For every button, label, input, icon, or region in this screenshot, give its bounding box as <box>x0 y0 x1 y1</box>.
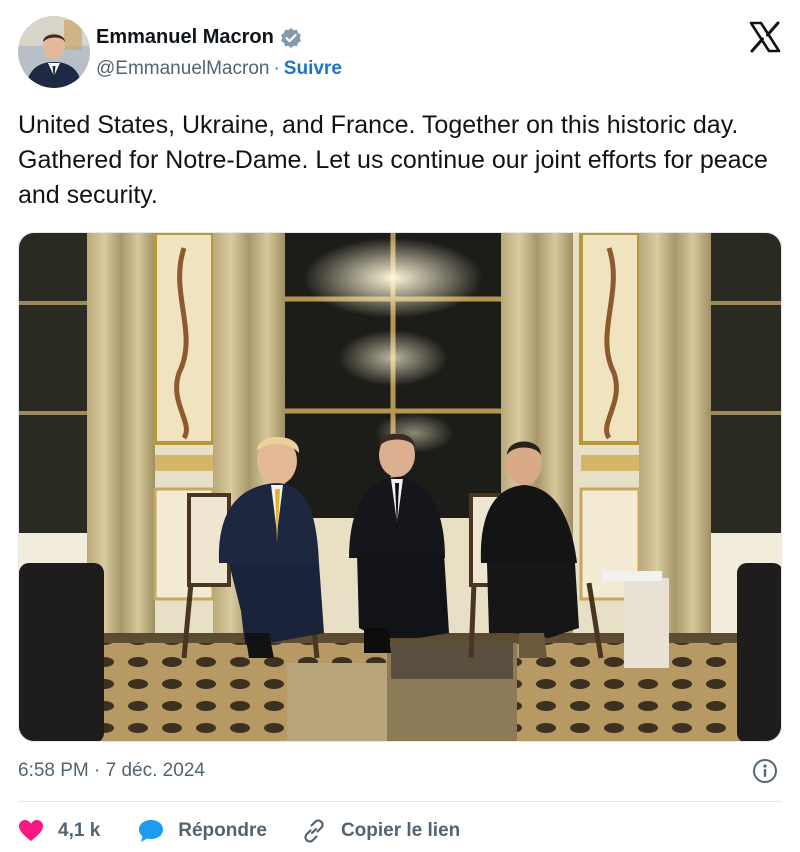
divider <box>18 801 782 802</box>
verified-badge-icon <box>280 27 302 49</box>
avatar-image <box>18 16 90 88</box>
tweet-timestamp[interactable]: 6:58 PM · 7 déc. 2024 <box>18 760 205 781</box>
like-button[interactable]: 4,1 k <box>18 819 100 843</box>
tweet-text: United States, Ukraine, and France. Toge… <box>18 111 768 209</box>
tweet-meta: 6:58 PM · 7 déc. 2024 <box>18 758 782 784</box>
reply-bubble-icon <box>139 820 164 842</box>
copy-link-label: Copier le lien <box>340 820 461 841</box>
tweet-photo[interactable] <box>18 232 782 742</box>
copy-link-button[interactable]: Copier le lien <box>301 818 460 844</box>
reply-label: Répondre <box>178 820 267 841</box>
reply-button[interactable]: Répondre <box>138 819 267 843</box>
author-display-name[interactable]: Emmanuel Macron <box>96 26 274 49</box>
heart-icon <box>19 820 43 841</box>
like-count: 4,1 k <box>58 820 101 841</box>
avatar[interactable] <box>18 16 90 88</box>
tweet-header: Emmanuel Macron @EmmanuelMacron · Suivre <box>18 16 782 90</box>
follow-button[interactable]: Suivre <box>284 58 342 80</box>
photo-image <box>19 233 781 741</box>
info-icon[interactable] <box>752 758 778 784</box>
link-icon <box>304 819 324 843</box>
name-row: Emmanuel Macron <box>96 26 302 49</box>
author-handle[interactable]: @EmmanuelMacron <box>96 58 269 80</box>
handle-separator: · <box>273 58 280 79</box>
x-logo-icon[interactable] <box>748 20 782 54</box>
tweet-actions: 4,1 k Répondre Copier le lien <box>18 816 460 846</box>
handle-row: @EmmanuelMacron · Suivre <box>96 58 342 80</box>
